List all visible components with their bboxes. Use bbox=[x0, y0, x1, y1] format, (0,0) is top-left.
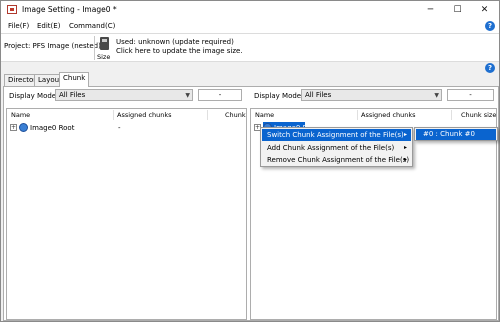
left-display-mode-value: All Files bbox=[59, 91, 86, 99]
menu-item-switch-chunk[interactable]: Switch Chunk Assignment of the File(s) ▸ bbox=[262, 129, 411, 141]
left-node-assigned: - bbox=[118, 124, 121, 132]
used-size-text: Used: unknown (update required) bbox=[116, 38, 234, 46]
menu-bar: File(F) Edit(E) Command(C) ? bbox=[1, 19, 499, 33]
column-divider bbox=[207, 110, 208, 120]
chevron-right-icon: ▸ bbox=[403, 131, 407, 138]
divider bbox=[94, 36, 95, 60]
menu-edit[interactable]: Edit(E) bbox=[37, 22, 60, 30]
tab-chunk[interactable]: Chunk bbox=[59, 72, 90, 87]
info-help-icon[interactable]: ? bbox=[485, 63, 495, 73]
help-icon[interactable]: ? bbox=[485, 21, 495, 31]
menu-item-label: Add Chunk Assignment of the File(s) bbox=[267, 144, 395, 152]
right-filter-input[interactable]: - bbox=[447, 89, 494, 101]
column-divider bbox=[451, 110, 452, 120]
column-divider bbox=[113, 110, 114, 120]
right-display-mode-value: All Files bbox=[305, 91, 332, 99]
update-size-link[interactable]: Click here to update the image size. bbox=[116, 47, 243, 55]
column-divider bbox=[357, 110, 358, 120]
title-bar[interactable]: Image Setting - Image0 * ─ ☐ ✕ bbox=[1, 1, 499, 19]
project-label: Project: PFS Image (nested) bbox=[4, 42, 101, 50]
chevron-right-icon: ▸ bbox=[403, 156, 407, 163]
right-col-chunk-size[interactable]: Chunk size bbox=[461, 109, 496, 121]
app-icon bbox=[7, 5, 17, 14]
menu-command[interactable]: Command(C) bbox=[69, 22, 115, 30]
left-display-mode-select[interactable]: All Files ▼ bbox=[55, 89, 193, 101]
chevron-right-icon: ▸ bbox=[403, 144, 407, 151]
left-node-name: Image0 Root bbox=[30, 124, 75, 132]
size-icon[interactable] bbox=[100, 37, 109, 50]
disc-image-icon bbox=[19, 123, 28, 132]
image-info-bar: Project: PFS Image (nested) Size Used: u… bbox=[1, 33, 499, 62]
submenu-item-chunk-0[interactable]: #0 : Chunk #0 bbox=[416, 129, 496, 140]
context-menu: Switch Chunk Assignment of the File(s) ▸… bbox=[260, 127, 413, 167]
chunk-tab-panel: Display Mode: All Files ▼ - Name Assigne… bbox=[3, 86, 499, 321]
left-col-chunk-size[interactable]: Chunk s bbox=[225, 109, 246, 121]
menu-item-remove-chunk[interactable]: Remove Chunk Assignment of the File(s) ▸ bbox=[262, 154, 411, 166]
menu-item-label: Remove Chunk Assignment of the File(s) bbox=[267, 156, 410, 164]
left-file-list[interactable]: Name Assigned chunks Chunk s + Image0 Ro… bbox=[6, 108, 247, 320]
right-display-mode-label: Display Mode: bbox=[254, 92, 304, 100]
right-col-assigned[interactable]: Assigned chunks bbox=[361, 109, 416, 121]
left-tree-row[interactable]: + Image0 Root - bbox=[10, 123, 240, 133]
menu-file[interactable]: File(F) bbox=[8, 22, 29, 30]
left-col-name[interactable]: Name bbox=[11, 109, 30, 121]
image-setting-window: Image Setting - Image0 * ─ ☐ ✕ File(F) E… bbox=[0, 0, 500, 322]
maximize-button[interactable]: ☐ bbox=[444, 1, 471, 19]
chevron-down-icon: ▼ bbox=[185, 92, 190, 99]
chunk-submenu: #0 : Chunk #0 bbox=[414, 127, 498, 141]
chevron-down-icon: ▼ bbox=[434, 92, 439, 99]
left-col-assigned[interactable]: Assigned chunks bbox=[117, 109, 172, 121]
right-col-name[interactable]: Name bbox=[255, 109, 274, 121]
right-display-mode-select[interactable]: All Files ▼ bbox=[301, 89, 442, 101]
expand-icon[interactable]: + bbox=[10, 124, 17, 131]
menu-item-add-chunk[interactable]: Add Chunk Assignment of the File(s) ▸ bbox=[262, 142, 411, 154]
menu-item-label: Switch Chunk Assignment of the File(s) bbox=[267, 131, 404, 139]
left-display-mode-label: Display Mode: bbox=[9, 92, 59, 100]
window-title: Image Setting - Image0 * bbox=[22, 5, 117, 14]
left-filter-input[interactable]: - bbox=[198, 89, 242, 101]
minimize-button[interactable]: ─ bbox=[417, 1, 444, 19]
close-button[interactable]: ✕ bbox=[471, 1, 498, 19]
size-label[interactable]: Size bbox=[97, 53, 110, 61]
